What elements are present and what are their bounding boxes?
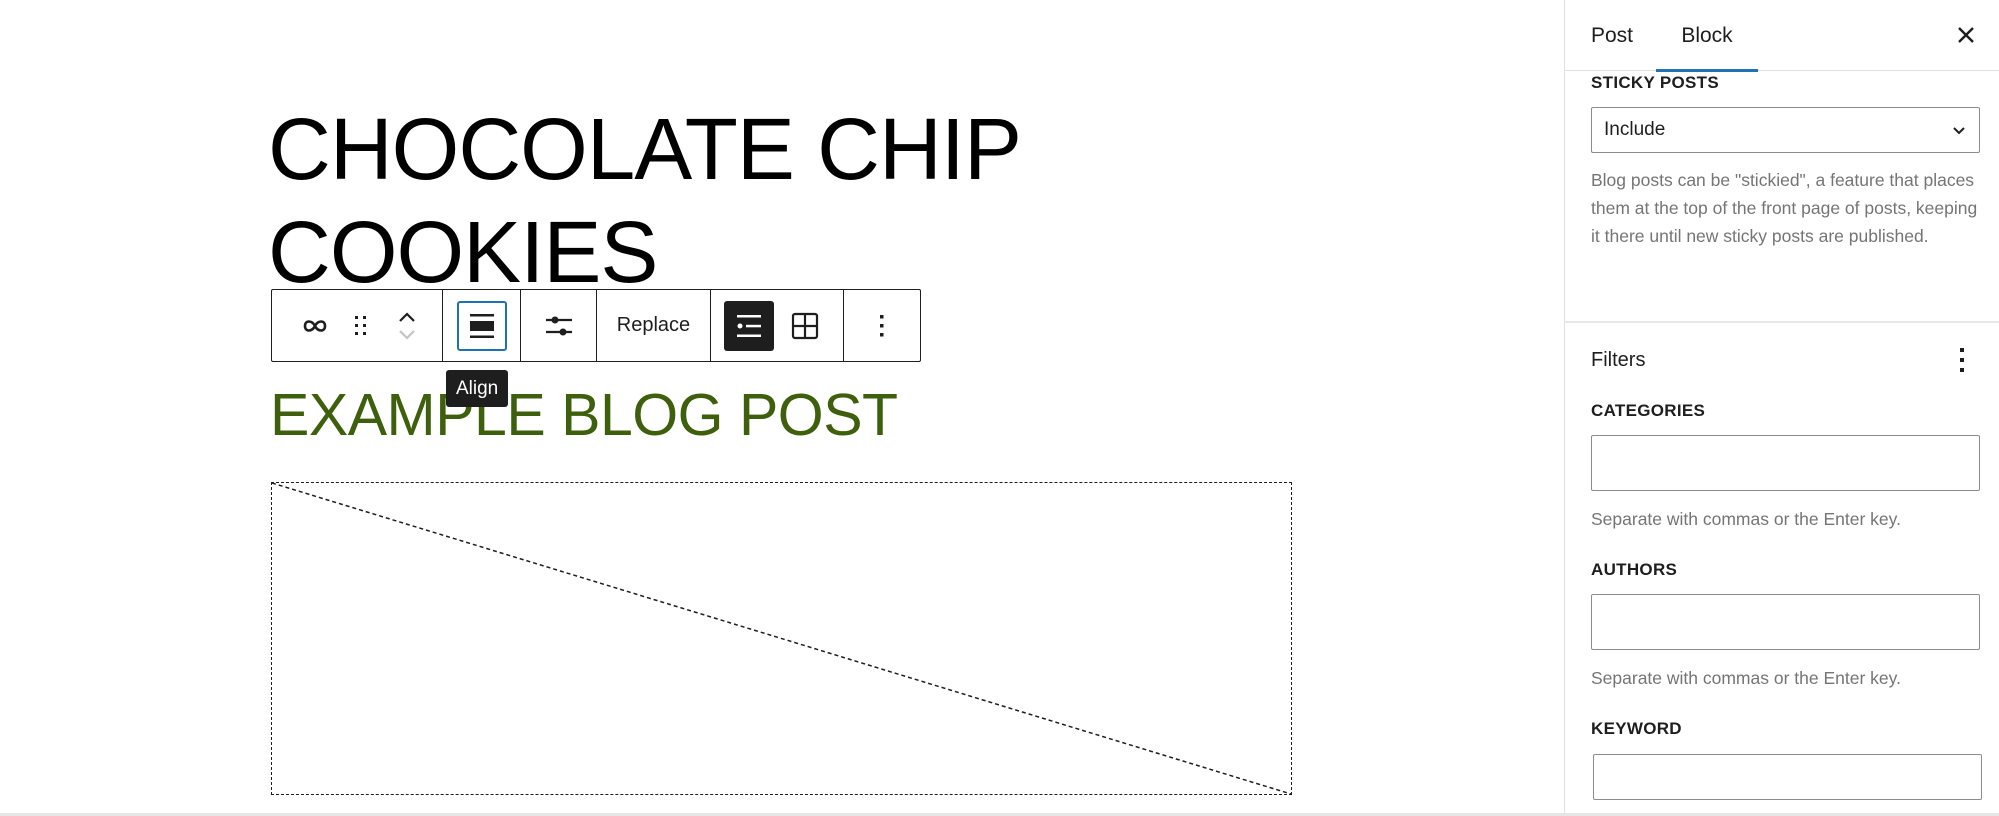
replace-label: Replace: [616, 314, 691, 336]
drag-handle-button[interactable]: [338, 290, 384, 361]
toolbar-group-block: [272, 290, 443, 361]
settings-sidebar: Post Block STICKY POSTS Include Blog pos…: [1564, 0, 1999, 813]
drag-handle-icon: [355, 315, 366, 335]
authors-help: Separate with commas or the Enter key.: [1591, 668, 1901, 688]
editor-canvas: CHOCOLATE CHIP COOKIES Replace Align EXA…: [0, 0, 1564, 813]
sticky-posts-selected: Include: [1604, 119, 1666, 140]
tab-post[interactable]: Post: [1591, 0, 1633, 71]
sticky-posts-label: STICKY POSTS: [1591, 73, 1719, 92]
align-none-icon: [469, 313, 494, 338]
close-sidebar-button[interactable]: [1951, 20, 1981, 50]
replace-button[interactable]: Replace: [617, 290, 690, 361]
featured-image-placeholder[interactable]: [271, 482, 1292, 795]
section-divider: [1565, 321, 1999, 323]
transform-block-button[interactable]: [292, 290, 338, 361]
authors-label: AUTHORS: [1591, 560, 1678, 579]
sticky-posts-select[interactable]: Include: [1591, 107, 1980, 153]
more-vertical-icon: [880, 314, 884, 336]
toolbar-group-replace: Replace: [597, 290, 711, 361]
categories-input[interactable]: [1591, 435, 1980, 491]
block-options-button[interactable]: [878, 290, 886, 361]
toolbar-group-options: [844, 290, 920, 361]
toolbar-group-align: [443, 290, 521, 361]
align-tooltip: Align: [446, 370, 509, 407]
chevron-down-icon: [1953, 127, 1965, 135]
toolbar-group-layout: [711, 290, 844, 361]
tab-block[interactable]: Block: [1656, 0, 1758, 72]
categories-help: Separate with commas or the Enter key.: [1591, 509, 1901, 529]
authors-input[interactable]: [1591, 594, 1980, 650]
keyword-input[interactable]: [1593, 754, 1982, 800]
block-movers: [384, 290, 430, 361]
grid-view-button[interactable]: [780, 301, 830, 351]
close-icon: [1958, 27, 1974, 43]
display-settings-button[interactable]: [545, 290, 573, 361]
post-title[interactable]: CHOCOLATE CHIP COOKIES: [268, 98, 1168, 304]
sliders-icon: [545, 316, 572, 335]
list-view-button[interactable]: [724, 300, 774, 351]
sidebar-header: Post Block: [1565, 0, 1999, 72]
align-button[interactable]: [456, 300, 507, 351]
filters-title: Filters: [1591, 349, 1646, 371]
categories-label: CATEGORIES: [1591, 401, 1706, 420]
filters-options-button[interactable]: [1952, 343, 1972, 377]
block-toolbar: Replace: [271, 289, 921, 362]
placeholder-diagonal: [272, 483, 1291, 794]
blog-heading[interactable]: EXAMPLE BLOG POST: [270, 380, 898, 450]
grid-view-icon: [791, 312, 819, 339]
list-view-icon: [737, 314, 761, 337]
infinity-loop-icon: [303, 319, 327, 332]
sticky-posts-help: Blog posts can be "stickied", a feature …: [1591, 170, 1978, 246]
toolbar-group-settings: [521, 290, 597, 361]
keyword-label: KEYWORD: [1591, 719, 1682, 738]
move-up-button[interactable]: [397, 310, 417, 324]
move-down-button[interactable]: [397, 328, 417, 342]
